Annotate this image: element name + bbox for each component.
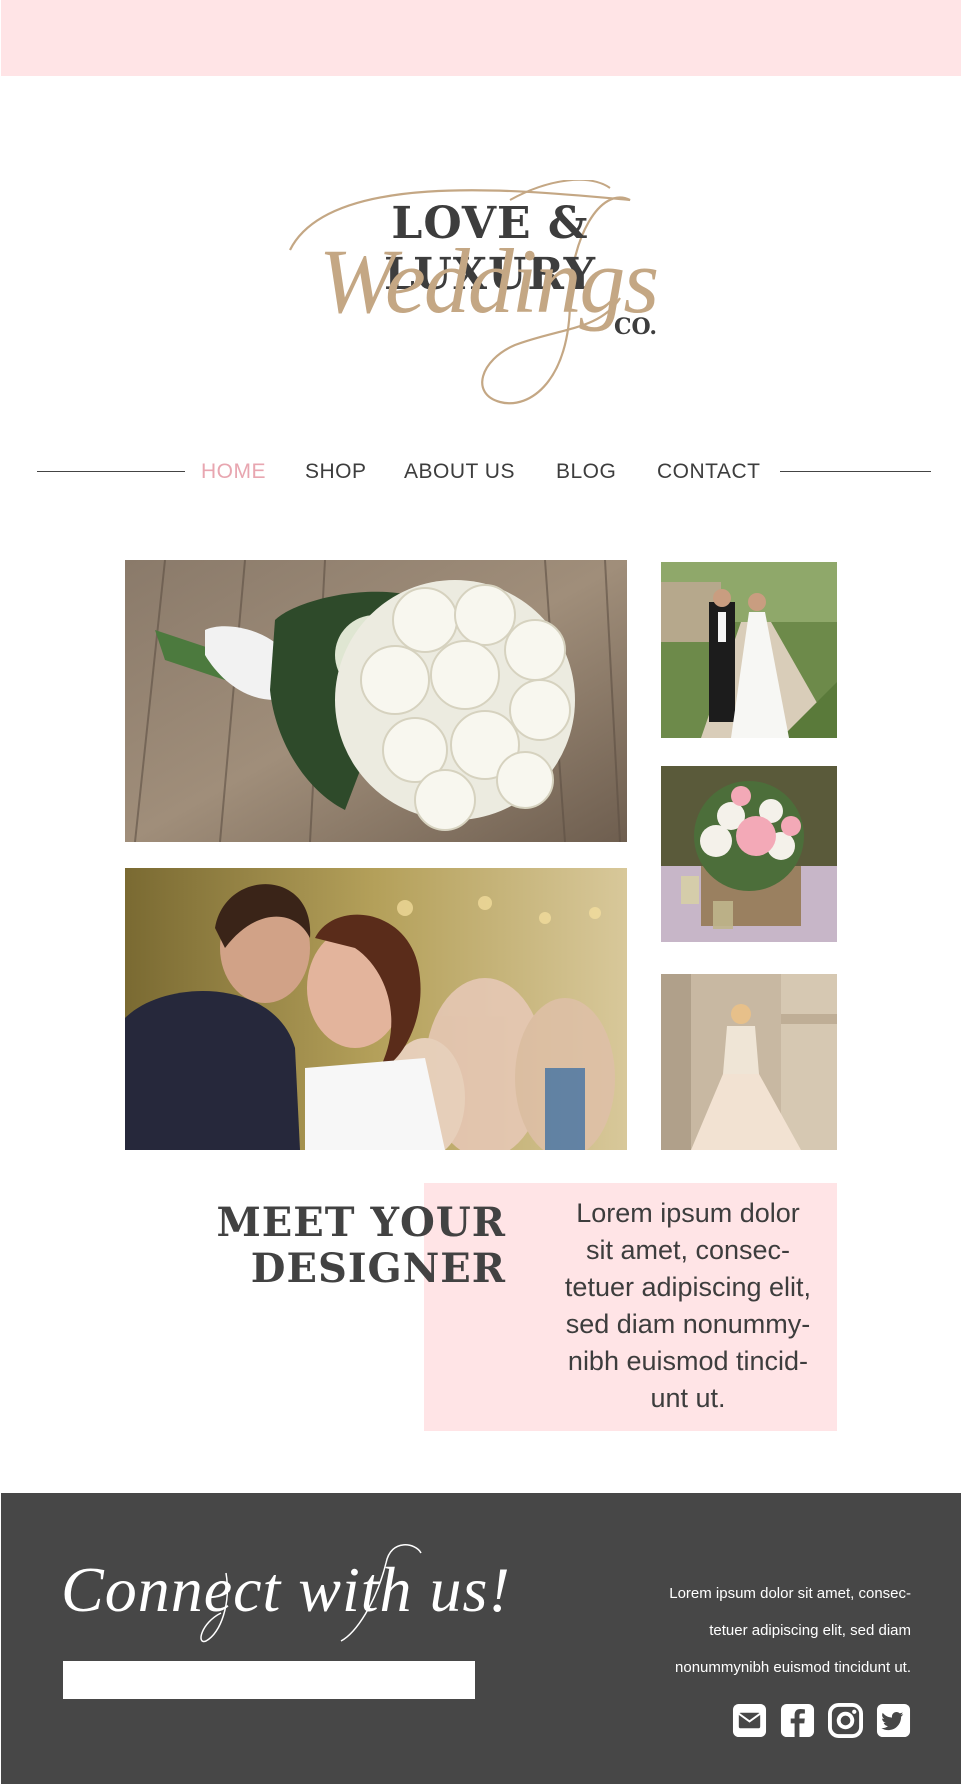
- nav-item-about-us[interactable]: ABOUT US: [404, 460, 515, 484]
- footer-blurb-line: Lorem ipsum dolor sit amet, consec-: [669, 1585, 911, 1602]
- logo-line-weddings: Weddings: [318, 230, 659, 332]
- nav-item-blog[interactable]: BLOG: [556, 460, 616, 484]
- footer: Connect with us! Lorem ipsum dolor sit a…: [1, 1493, 961, 1784]
- top-banner: [1, 0, 961, 76]
- nav-rule-left: [37, 471, 185, 472]
- logo-line-co: CO.: [614, 314, 658, 340]
- twitter-icon[interactable]: [876, 1703, 911, 1738]
- social-links: [732, 1703, 911, 1738]
- instagram-icon[interactable]: [828, 1703, 863, 1738]
- facebook-icon[interactable]: [780, 1703, 815, 1738]
- designer-bio-text: Lorem ipsum dolor sit amet, consec- tetu…: [548, 1195, 828, 1417]
- bouquet-photo: [125, 560, 627, 842]
- envelope-icon[interactable]: [732, 1703, 767, 1738]
- designer-heading: MEET YOUR DESIGNER: [150, 1200, 506, 1292]
- designer-bio-line: unt ut.: [650, 1383, 726, 1413]
- bride-photo: [661, 974, 837, 1150]
- couple-path-photo: [661, 562, 837, 738]
- newsletter-email-input[interactable]: [63, 1661, 475, 1699]
- main-nav: HOME SHOP ABOUT US BLOG CONTACT: [37, 460, 931, 488]
- designer-heading-line1: MEET YOUR: [216, 1199, 506, 1246]
- nav-item-contact[interactable]: CONTACT: [657, 460, 760, 484]
- brand-logo[interactable]: LOVE & LUXURY Weddings CO.: [270, 180, 710, 420]
- footer-blurb: Lorem ipsum dolor sit amet, consec- tetu…: [591, 1575, 911, 1686]
- couple-embrace-photo: [125, 868, 627, 1150]
- designer-bio-line: tetuer adipiscing elit,: [564, 1272, 812, 1302]
- footer-blurb-line: nonummynibh euismod tincidunt ut.: [675, 1659, 911, 1676]
- nav-rule-right: [780, 471, 931, 472]
- designer-bio-line: Lorem ipsum dolor: [576, 1198, 800, 1228]
- designer-bio-line: nibh euismod tincid-: [567, 1346, 809, 1376]
- flowers-photo: [661, 766, 837, 942]
- nav-item-home[interactable]: HOME: [201, 460, 266, 484]
- connect-heading: Connect with us!: [61, 1554, 511, 1625]
- designer-bio-line: sit amet, consec-: [585, 1235, 791, 1265]
- designer-heading-line2: DESIGNER: [250, 1245, 506, 1292]
- designer-bio-line: sed diam nonummy-: [565, 1309, 811, 1339]
- footer-blurb-line: tetuer adipiscing elit, sed diam: [709, 1622, 911, 1639]
- nav-item-shop[interactable]: SHOP: [305, 460, 367, 484]
